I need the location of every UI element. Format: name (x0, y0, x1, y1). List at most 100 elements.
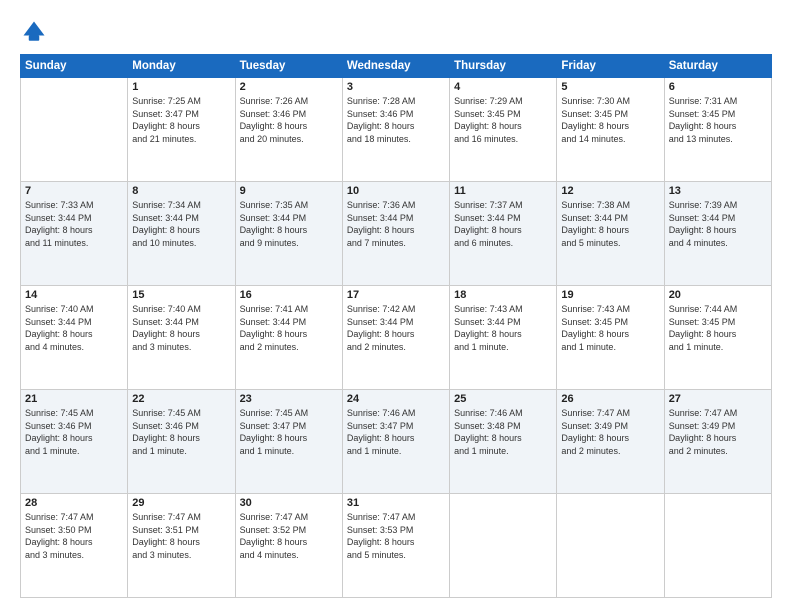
day-number: 6 (669, 81, 767, 93)
day-info: Sunrise: 7:46 AM Sunset: 3:47 PM Dayligh… (347, 407, 445, 457)
calendar-cell: 3Sunrise: 7:28 AM Sunset: 3:46 PM Daylig… (342, 78, 449, 182)
weekday-header-tuesday: Tuesday (235, 55, 342, 78)
calendar-cell: 24 Sunrise: 7:46 AM Sunset: 3:47 PM Dayli… (342, 390, 449, 494)
calendar-cell: 27 Sunrise: 7:47 AM Sunset: 3:49 PM Dayli… (664, 390, 771, 494)
day-info: Sunrise: 7:47 AM Sunset: 3:51 PM Dayligh… (132, 511, 230, 561)
calendar-cell: 8 Sunrise: 7:34 AM Sunset: 3:44 PM Daylig… (128, 182, 235, 286)
day-number: 4 (454, 81, 552, 93)
day-number: 14 (25, 289, 123, 301)
weekday-header-saturday: Saturday (664, 55, 771, 78)
day-number: 5 (561, 81, 659, 93)
day-number: 22 (132, 393, 230, 405)
day-number: 13 (669, 185, 767, 197)
calendar-cell: 12 Sunrise: 7:38 AM Sunset: 3:44 PM Dayli… (557, 182, 664, 286)
day-info: Sunrise: 7:47 AM Sunset: 3:49 PM Dayligh… (669, 407, 767, 457)
day-info: Sunrise: 7:33 AM Sunset: 3:44 PM Dayligh… (25, 199, 123, 249)
calendar-cell: 18 Sunrise: 7:43 AM Sunset: 3:44 PM Dayli… (450, 286, 557, 390)
day-number: 30 (240, 497, 338, 509)
day-info: Sunrise: 7:47 AM Sunset: 3:50 PM Dayligh… (25, 511, 123, 561)
day-number: 16 (240, 289, 338, 301)
day-info: Sunrise: 7:37 AM Sunset: 3:44 PM Dayligh… (454, 199, 552, 249)
day-info: Sunrise: 7:43 AM Sunset: 3:45 PM Dayligh… (561, 303, 659, 353)
day-number: 3 (347, 81, 445, 93)
weekday-header-sunday: Sunday (21, 55, 128, 78)
calendar-cell: 28 Sunrise: 7:47 AM Sunset: 3:50 PM Dayli… (21, 494, 128, 598)
day-number: 8 (132, 185, 230, 197)
calendar-cell: 16 Sunrise: 7:41 AM Sunset: 3:44 PM Dayli… (235, 286, 342, 390)
calendar-cell: 20 Sunrise: 7:44 AM Sunset: 3:45 PM Dayli… (664, 286, 771, 390)
day-info: Sunrise: 7:26 AM Sunset: 3:46 PM Dayligh… (240, 95, 338, 145)
day-number: 1 (132, 81, 230, 93)
day-info: Sunrise: 7:39 AM Sunset: 3:44 PM Dayligh… (669, 199, 767, 249)
calendar-cell (664, 494, 771, 598)
calendar-cell: 17 Sunrise: 7:42 AM Sunset: 3:44 PM Dayli… (342, 286, 449, 390)
weekday-header-friday: Friday (557, 55, 664, 78)
weekday-header-monday: Monday (128, 55, 235, 78)
day-info: Sunrise: 7:47 AM Sunset: 3:49 PM Dayligh… (561, 407, 659, 457)
day-info: Sunrise: 7:43 AM Sunset: 3:44 PM Dayligh… (454, 303, 552, 353)
calendar-cell (21, 78, 128, 182)
day-number: 18 (454, 289, 552, 301)
calendar-cell: 6Sunrise: 7:31 AM Sunset: 3:45 PM Daylig… (664, 78, 771, 182)
weekday-header-thursday: Thursday (450, 55, 557, 78)
day-number: 7 (25, 185, 123, 197)
page: SundayMondayTuesdayWednesdayThursdayFrid… (0, 0, 792, 612)
day-number: 19 (561, 289, 659, 301)
day-info: Sunrise: 7:34 AM Sunset: 3:44 PM Dayligh… (132, 199, 230, 249)
calendar-cell (450, 494, 557, 598)
weekday-header-row: SundayMondayTuesdayWednesdayThursdayFrid… (21, 55, 772, 78)
calendar-cell: 14 Sunrise: 7:40 AM Sunset: 3:44 PM Dayli… (21, 286, 128, 390)
day-info: Sunrise: 7:45 AM Sunset: 3:46 PM Dayligh… (132, 407, 230, 457)
weekday-header-wednesday: Wednesday (342, 55, 449, 78)
calendar-week-row: 7 Sunrise: 7:33 AM Sunset: 3:44 PM Daylig… (21, 182, 772, 286)
day-number: 25 (454, 393, 552, 405)
day-number: 12 (561, 185, 659, 197)
day-info: Sunrise: 7:35 AM Sunset: 3:44 PM Dayligh… (240, 199, 338, 249)
day-info: Sunrise: 7:40 AM Sunset: 3:44 PM Dayligh… (132, 303, 230, 353)
calendar-cell: 25 Sunrise: 7:46 AM Sunset: 3:48 PM Dayli… (450, 390, 557, 494)
day-number: 21 (25, 393, 123, 405)
day-info: Sunrise: 7:44 AM Sunset: 3:45 PM Dayligh… (669, 303, 767, 353)
day-info: Sunrise: 7:30 AM Sunset: 3:45 PM Dayligh… (561, 95, 659, 145)
calendar-week-row: 1 Sunrise: 7:25 AM Sunset: 3:47 PM Daylig… (21, 78, 772, 182)
day-info: Sunrise: 7:46 AM Sunset: 3:48 PM Dayligh… (454, 407, 552, 457)
day-number: 24 (347, 393, 445, 405)
calendar-cell: 22 Sunrise: 7:45 AM Sunset: 3:46 PM Dayli… (128, 390, 235, 494)
calendar-cell: 19 Sunrise: 7:43 AM Sunset: 3:45 PM Dayli… (557, 286, 664, 390)
day-number: 20 (669, 289, 767, 301)
calendar-cell: 10Sunrise: 7:36 AM Sunset: 3:44 PM Dayli… (342, 182, 449, 286)
day-info: Sunrise: 7:29 AM Sunset: 3:45 PM Dayligh… (454, 95, 552, 145)
day-number: 31 (347, 497, 445, 509)
calendar-cell: 2Sunrise: 7:26 AM Sunset: 3:46 PM Daylig… (235, 78, 342, 182)
day-info: Sunrise: 7:41 AM Sunset: 3:44 PM Dayligh… (240, 303, 338, 353)
logo (20, 18, 52, 46)
calendar-cell: 5 Sunrise: 7:30 AM Sunset: 3:45 PM Daylig… (557, 78, 664, 182)
day-number: 23 (240, 393, 338, 405)
day-info: Sunrise: 7:36 AM Sunset: 3:44 PM Dayligh… (347, 199, 445, 249)
day-number: 26 (561, 393, 659, 405)
day-number: 15 (132, 289, 230, 301)
calendar-cell: 26 Sunrise: 7:47 AM Sunset: 3:49 PM Dayli… (557, 390, 664, 494)
day-info: Sunrise: 7:42 AM Sunset: 3:44 PM Dayligh… (347, 303, 445, 353)
calendar-cell: 30 Sunrise: 7:47 AM Sunset: 3:52 PM Dayli… (235, 494, 342, 598)
day-info: Sunrise: 7:25 AM Sunset: 3:47 PM Dayligh… (132, 95, 230, 145)
logo-icon (20, 18, 48, 46)
calendar-cell: 13 Sunrise: 7:39 AM Sunset: 3:44 PM Dayli… (664, 182, 771, 286)
day-info: Sunrise: 7:47 AM Sunset: 3:52 PM Dayligh… (240, 511, 338, 561)
day-info: Sunrise: 7:40 AM Sunset: 3:44 PM Dayligh… (25, 303, 123, 353)
calendar-cell (557, 494, 664, 598)
calendar-cell: 15 Sunrise: 7:40 AM Sunset: 3:44 PM Dayli… (128, 286, 235, 390)
day-number: 27 (669, 393, 767, 405)
day-number: 29 (132, 497, 230, 509)
calendar-cell: 7 Sunrise: 7:33 AM Sunset: 3:44 PM Daylig… (21, 182, 128, 286)
day-number: 17 (347, 289, 445, 301)
day-number: 11 (454, 185, 552, 197)
day-info: Sunrise: 7:45 AM Sunset: 3:47 PM Dayligh… (240, 407, 338, 457)
calendar-cell: 31Sunrise: 7:47 AM Sunset: 3:53 PM Dayli… (342, 494, 449, 598)
day-number: 28 (25, 497, 123, 509)
calendar-table: SundayMondayTuesdayWednesdayThursdayFrid… (20, 54, 772, 598)
calendar-cell: 4 Sunrise: 7:29 AM Sunset: 3:45 PM Daylig… (450, 78, 557, 182)
day-info: Sunrise: 7:45 AM Sunset: 3:46 PM Dayligh… (25, 407, 123, 457)
day-number: 9 (240, 185, 338, 197)
day-info: Sunrise: 7:38 AM Sunset: 3:44 PM Dayligh… (561, 199, 659, 249)
